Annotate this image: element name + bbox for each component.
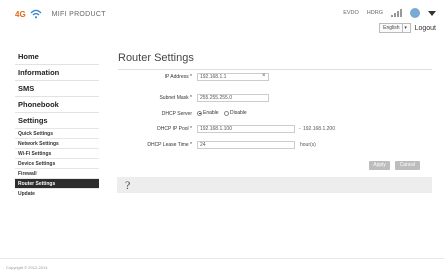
subnet-mask-input[interactable]: 255.255.255.0	[197, 94, 269, 102]
brand-name: MIFI PRODUCT	[51, 10, 106, 18]
signal-icon	[391, 9, 402, 17]
dhcp-pool-label: DHCP IP Pool *	[157, 126, 192, 132]
cancel-button[interactable]: Cancel	[395, 161, 420, 170]
dhcp-server-label: DHCP Server	[161, 111, 192, 117]
status-area: EVDO HDRG	[343, 8, 436, 18]
wifi-icon	[30, 9, 42, 19]
subnet-mask-label: Subnet Mask *	[159, 95, 192, 101]
sidebar-item-phonebook[interactable]: Phonebook	[15, 97, 99, 112]
ip-address-label: IP Address *	[164, 74, 192, 80]
footer-divider	[0, 258, 444, 259]
sidebar-item-information[interactable]: Information	[15, 65, 99, 80]
lease-time-value: 24	[200, 142, 206, 148]
dhcp-disable-radio[interactable]: Disable	[224, 110, 247, 116]
dhcp-pool-end-value[interactable]: 192.168.1.200	[303, 126, 335, 132]
page-title: Router Settings	[118, 52, 194, 64]
dhcp-disable-label: Disable	[230, 110, 247, 116]
footer-copyright: Copyright © 2012-2014	[6, 265, 48, 270]
roaming-status: HDRG	[367, 10, 383, 16]
dhcp-pool-start-value: 192.168.1.100	[200, 126, 232, 132]
dhcp-enable-label: Enable	[203, 110, 219, 116]
sidebar: Home Information SMS Phonebook Settings …	[15, 49, 99, 198]
ip-address-value: 192.168.1.1	[200, 74, 227, 80]
sidebar-item-settings[interactable]: Settings	[15, 113, 99, 128]
ip-address-input[interactable]: 192.168.1.1	[197, 73, 269, 81]
title-divider	[118, 69, 432, 70]
sidebar-item-router-settings[interactable]: Router Settings	[15, 178, 99, 188]
sidebar-item-update[interactable]: Update	[15, 188, 99, 198]
lease-time-label: DHCP Lease Time *	[147, 142, 192, 148]
sidebar-item-quick-settings[interactable]: Quick Settings	[15, 128, 99, 138]
sidebar-item-firewall[interactable]: Firewall	[15, 168, 99, 178]
radio-selected-icon	[197, 110, 202, 116]
language-select[interactable]: English ▾	[379, 23, 411, 33]
dhcp-enable-radio[interactable]: Enable	[197, 110, 219, 116]
language-row: English ▾ Logout	[379, 23, 436, 33]
sidebar-item-network-settings[interactable]: Network Settings	[15, 138, 99, 148]
dhcp-pool-start-input[interactable]: 192.168.1.100	[197, 125, 295, 133]
brand: 4G MIFI PRODUCT	[15, 9, 106, 19]
sidebar-item-sms[interactable]: SMS	[15, 81, 99, 96]
sidebar-item-wifi-settings[interactable]: Wi-Fi Settings	[15, 148, 99, 158]
brand-badge: 4G	[15, 9, 26, 19]
roaming-label: HDRG	[366, 10, 383, 16]
network-type: EVDO	[343, 10, 359, 16]
header: 4G MIFI PRODUCT EVDO HDRG English ▾ Logo…	[0, 0, 444, 33]
lease-time-input[interactable]: 24	[197, 141, 295, 149]
logout-link[interactable]: Logout	[415, 25, 436, 32]
apply-button[interactable]: Apply	[369, 161, 390, 170]
clear-icon[interactable]: ×	[262, 73, 266, 79]
sidebar-item-device-settings[interactable]: Device Settings	[15, 158, 99, 168]
pool-separator: -	[299, 126, 301, 132]
language-value: English	[383, 25, 400, 31]
help-icon[interactable]: ?	[125, 178, 130, 193]
radio-unselected-icon	[224, 110, 229, 116]
help-bar: ?	[117, 177, 432, 193]
transfer-arrow-icon	[428, 10, 436, 16]
lease-time-unit: hour(s)	[300, 142, 316, 148]
sidebar-item-home[interactable]: Home	[15, 49, 99, 64]
chevron-down-icon: ▾	[401, 24, 409, 32]
main-content: Router Settings	[118, 52, 432, 70]
subnet-mask-value: 255.255.255.0	[200, 95, 232, 101]
globe-icon	[410, 8, 420, 18]
